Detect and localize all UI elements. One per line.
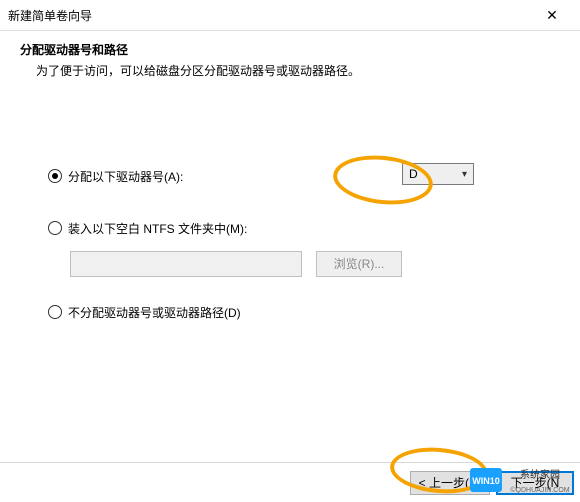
page-description: 为了便于访问，可以给磁盘分区分配驱动器号或驱动器路径。 <box>20 62 560 79</box>
option-no-assign[interactable]: 不分配驱动器号或驱动器路径(D) <box>48 297 532 327</box>
option-assign-letter[interactable]: 分配以下驱动器号(A): D ▾ <box>48 161 532 191</box>
mount-path-row: 浏览(R)... <box>70 251 532 277</box>
content-area: 分配以下驱动器号(A): D ▾ 装入以下空白 NTFS 文件夹中(M): 浏览… <box>0 85 580 327</box>
close-button[interactable]: ✕ <box>532 7 572 24</box>
option-assign-letter-label: 分配以下驱动器号(A): <box>68 168 183 185</box>
option-mount-path-label: 装入以下空白 NTFS 文件夹中(M): <box>68 220 247 237</box>
page-title: 分配驱动器号和路径 <box>20 41 560 58</box>
window-title: 新建简单卷向导 <box>8 7 532 24</box>
next-button[interactable]: 下一步(N <box>496 471 574 495</box>
titlebar: 新建简单卷向导 ✕ <box>0 0 580 30</box>
radio-icon <box>48 221 62 235</box>
back-button[interactable]: < 上一步(B) <box>410 471 490 495</box>
wizard-header: 分配驱动器号和路径 为了便于访问，可以给磁盘分区分配驱动器号或驱动器路径。 <box>0 31 580 85</box>
chevron-down-icon: ▾ <box>462 169 467 180</box>
radio-icon <box>48 169 62 183</box>
option-mount-path[interactable]: 装入以下空白 NTFS 文件夹中(M): <box>48 213 532 243</box>
drive-letter-value: D <box>409 167 462 181</box>
mount-path-input <box>70 251 302 277</box>
browse-button: 浏览(R)... <box>316 251 402 277</box>
close-icon: ✕ <box>546 7 558 23</box>
option-no-assign-label: 不分配驱动器号或驱动器路径(D) <box>68 304 241 321</box>
wizard-footer: < 上一步(B) 下一步(N <box>0 462 580 502</box>
radio-icon <box>48 305 62 319</box>
drive-letter-select[interactable]: D ▾ <box>402 163 474 185</box>
